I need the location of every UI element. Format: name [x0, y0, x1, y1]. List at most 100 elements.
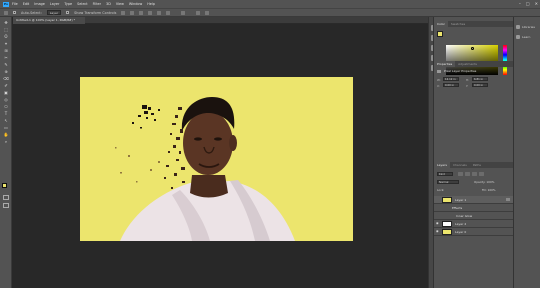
- layer-name[interactable]: Layer 2: [455, 222, 466, 226]
- layer-name[interactable]: Effects: [452, 206, 462, 210]
- x-field[interactable]: 0.00 in: [443, 83, 459, 87]
- hand-tool-icon[interactable]: ✋: [3, 132, 9, 137]
- layer-effects-icon[interactable]: [506, 198, 510, 201]
- history-brush-tool-icon[interactable]: ✐: [3, 83, 9, 88]
- filter-adjustment-icon[interactable]: [465, 172, 470, 176]
- maximize-button[interactable]: □: [526, 1, 530, 6]
- shape-tool-icon[interactable]: ▭: [3, 125, 9, 130]
- close-button[interactable]: ✕: [535, 1, 538, 6]
- dodge-tool-icon[interactable]: ⎔: [3, 104, 9, 109]
- menu-filter[interactable]: Filter: [93, 2, 101, 6]
- tab-swatches[interactable]: Swatches: [448, 21, 468, 27]
- width-field[interactable]: 12.12 in: [443, 77, 459, 81]
- zoom-tool-icon[interactable]: ⌕: [3, 139, 9, 144]
- document-tab[interactable]: Untitled-1 @ 100% (Layer 1, RGB/8#) *: [13, 17, 85, 24]
- filter-shape-icon[interactable]: [479, 172, 484, 176]
- menu-layer[interactable]: Layer: [50, 2, 59, 6]
- align-left-icon[interactable]: [148, 10, 153, 15]
- eyedropper-tool-icon[interactable]: ✂: [3, 55, 9, 60]
- menu-view[interactable]: View: [116, 2, 124, 6]
- layer-row[interactable]: ◉ Layer 2: [434, 220, 514, 228]
- visibility-toggle-icon[interactable]: [436, 198, 440, 201]
- quick-select-tool-icon[interactable]: ⌖: [3, 41, 9, 46]
- gradient-tool-icon[interactable]: ◎: [3, 97, 9, 102]
- menu-bar: Ps File Edit Image Layer Type Select Fil…: [0, 0, 540, 8]
- menu-edit[interactable]: Edit: [23, 2, 30, 6]
- window-controls: – □ ✕: [519, 1, 538, 6]
- move-tool-icon[interactable]: ✥: [3, 20, 9, 25]
- layer-thumbnail: [442, 220, 452, 227]
- filter-pixel-icon[interactable]: [458, 172, 463, 176]
- menu-file[interactable]: File: [12, 2, 18, 6]
- visibility-toggle-icon[interactable]: [446, 206, 450, 209]
- 3d-rotate-icon[interactable]: [205, 10, 210, 15]
- tab-adjustments[interactable]: Adjustments: [455, 61, 480, 67]
- y-field[interactable]: 0.00 in: [472, 83, 488, 87]
- color-panel-tabs: Color Swatches: [434, 21, 514, 27]
- hue-slider[interactable]: [503, 45, 507, 75]
- align-bottom-icon[interactable]: [139, 10, 144, 15]
- layer-name[interactable]: Layer 0: [455, 230, 466, 234]
- brush-tool-icon[interactable]: ⊕: [3, 69, 9, 74]
- pixel-layer-icon: [437, 70, 441, 73]
- collapsed-panel-dock: Libraries Learn: [513, 17, 540, 288]
- align-middle-icon[interactable]: [130, 10, 135, 15]
- clone-stamp-tool-icon[interactable]: ⌫: [3, 76, 9, 81]
- height-label: H:: [466, 78, 470, 82]
- height-field[interactable]: 6.81 in: [472, 77, 488, 81]
- eraser-tool-icon[interactable]: ▣: [3, 90, 9, 95]
- visibility-toggle-icon[interactable]: [450, 214, 454, 217]
- move-tool-icon[interactable]: [4, 10, 8, 15]
- transform-controls-checkbox[interactable]: [66, 11, 70, 14]
- menu-type[interactable]: Type: [64, 2, 72, 6]
- menu-select[interactable]: Select: [77, 2, 87, 6]
- quick-mask-icon[interactable]: [3, 195, 9, 200]
- tab-properties[interactable]: Properties: [434, 61, 456, 67]
- blend-mode-dropdown[interactable]: Normal: [437, 180, 459, 184]
- menu-help[interactable]: Help: [147, 2, 155, 6]
- opacity-control[interactable]: Opacity: 100%: [474, 180, 494, 184]
- align-center-icon[interactable]: [157, 10, 162, 15]
- panel-foreground-swatch[interactable]: [437, 31, 443, 37]
- layer-row[interactable]: Layer 1: [434, 196, 514, 204]
- color-picker-cursor[interactable]: [471, 47, 474, 50]
- layer-filter-kind[interactable]: Kind: [437, 172, 453, 176]
- menu-image[interactable]: Image: [34, 2, 45, 6]
- distribute-icon[interactable]: [181, 10, 186, 15]
- healing-brush-tool-icon[interactable]: ✎: [3, 62, 9, 67]
- fill-control[interactable]: Fill: 100%: [482, 188, 496, 192]
- libraries-panel-button[interactable]: Libraries: [516, 23, 539, 31]
- x-label: X:: [437, 84, 440, 88]
- layer-row[interactable]: Inner Glow: [434, 212, 514, 220]
- layers-panel-tabs: Layers Channels Paths: [434, 162, 514, 168]
- visibility-toggle-icon[interactable]: ◉: [436, 222, 440, 225]
- crop-tool-icon[interactable]: ⊞: [3, 48, 9, 53]
- marquee-tool-icon[interactable]: ⬚: [3, 27, 9, 32]
- tab-channels[interactable]: Channels: [450, 162, 470, 168]
- tab-layers[interactable]: Layers: [434, 162, 450, 168]
- auto-select-checkbox[interactable]: [13, 11, 16, 14]
- layer-row[interactable]: ◉ Layer 0: [434, 228, 514, 236]
- layer-name[interactable]: Layer 1: [455, 198, 466, 202]
- foreground-color-swatch[interactable]: [2, 183, 7, 188]
- align-top-icon[interactable]: [121, 10, 126, 15]
- auto-select-dropdown[interactable]: Layer: [46, 10, 62, 15]
- options-bar: Auto-Select: Layer Show Transform Contro…: [0, 8, 540, 17]
- 3d-mode-icon[interactable]: [196, 10, 201, 15]
- menu-window[interactable]: Window: [129, 2, 142, 6]
- menu-3d[interactable]: 3D: [106, 2, 111, 6]
- type-tool-icon[interactable]: T: [3, 111, 9, 116]
- minimize-button[interactable]: –: [519, 1, 521, 6]
- tab-paths[interactable]: Paths: [470, 162, 484, 168]
- lasso-tool-icon[interactable]: ʘ: [3, 34, 9, 39]
- filter-type-icon[interactable]: [472, 172, 477, 176]
- document-canvas[interactable]: [80, 77, 353, 241]
- path-select-tool-icon[interactable]: ↖: [3, 118, 9, 123]
- visibility-toggle-icon[interactable]: ◉: [436, 230, 440, 233]
- screen-mode-icon[interactable]: [3, 203, 9, 208]
- learn-panel-button[interactable]: Learn: [516, 33, 539, 41]
- align-right-icon[interactable]: [166, 10, 171, 15]
- layer-row[interactable]: Effects: [434, 204, 514, 212]
- tab-color[interactable]: Color: [434, 21, 448, 27]
- layer-name[interactable]: Inner Glow: [456, 214, 472, 218]
